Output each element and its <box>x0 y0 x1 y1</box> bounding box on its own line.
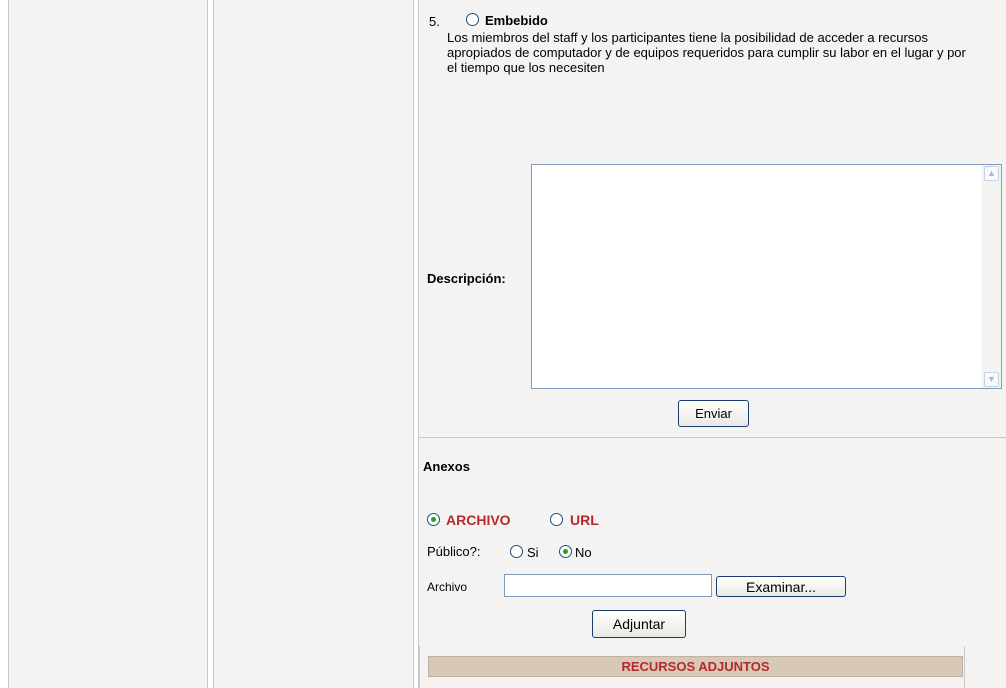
description-textarea[interactable]: ▲ ▼ <box>531 164 1002 389</box>
publico-no-label: No <box>575 545 592 560</box>
publico-si-label: Si <box>527 545 539 560</box>
question-description: Los miembros del staff y los participant… <box>447 30 966 75</box>
textarea-scrollbar[interactable]: ▲ ▼ <box>982 165 1001 388</box>
resources-header: RECURSOS ADJUNTOS <box>428 656 963 677</box>
url-option-label: URL <box>570 512 599 528</box>
question-number: 5. <box>429 14 440 29</box>
adjuntar-button[interactable]: Adjuntar <box>592 610 686 638</box>
scroll-up-icon[interactable]: ▲ <box>984 166 999 181</box>
section-divider <box>419 437 1006 438</box>
anexos-heading: Anexos <box>423 459 470 474</box>
archivo-radio[interactable] <box>427 513 440 526</box>
resources-header-label: RECURSOS ADJUNTOS <box>621 659 770 674</box>
description-label: Descripción: <box>427 271 506 286</box>
middle-column <box>213 0 414 688</box>
left-column <box>8 0 208 688</box>
embebido-radio[interactable] <box>466 13 479 26</box>
archivo-label: Archivo <box>427 580 468 594</box>
main-panel: 5. Embebido Los miembros del staff y los… <box>418 0 1006 688</box>
enviar-button[interactable]: Enviar <box>678 400 749 427</box>
resources-table: RECURSOS ADJUNTOS <box>419 646 965 688</box>
publico-label: Público?: <box>427 544 481 559</box>
url-radio[interactable] <box>550 513 563 526</box>
publico-no-radio[interactable] <box>559 545 572 558</box>
archivo-file-input[interactable] <box>504 574 712 597</box>
question-option-label: Embebido <box>485 13 548 28</box>
scroll-down-icon[interactable]: ▼ <box>984 372 999 387</box>
publico-si-radio[interactable] <box>510 545 523 558</box>
archivo-option-label: ARCHIVO <box>446 512 511 528</box>
examinar-button[interactable]: Examinar... <box>716 576 846 597</box>
